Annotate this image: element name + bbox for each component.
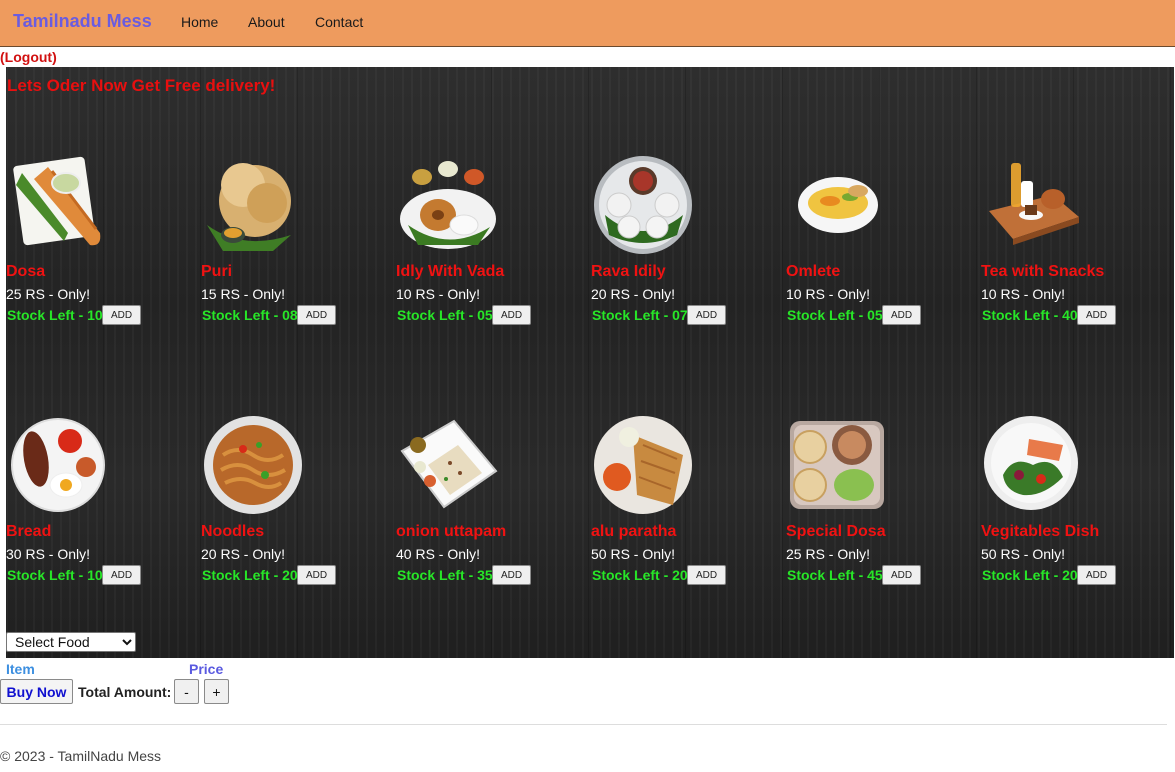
- omelette-icon: [798, 177, 878, 233]
- navbar: Tamilnadu Mess Home About Contact: [0, 0, 1175, 47]
- food-price: 10 RS - Only!: [396, 286, 481, 302]
- food-name: Noodles: [201, 523, 265, 540]
- dosa-icon: [13, 156, 101, 246]
- brand-link[interactable]: Tamilnadu Mess: [13, 11, 152, 32]
- select-food-dropdown[interactable]: Select Food: [6, 632, 136, 652]
- food-stock: Stock Left - 10: [7, 567, 103, 583]
- food-card-vegetable-dish: Vegitables Dish 50 RS - Only! Stock Left…: [981, 415, 1171, 595]
- add-button-uttapam[interactable]: ADD: [492, 565, 531, 585]
- food-name: Special Dosa: [786, 523, 886, 540]
- food-stock: Stock Left - 20: [202, 567, 298, 583]
- footer-divider: [0, 724, 1167, 725]
- food-name: Idly With Vada: [396, 263, 505, 280]
- food-stock: Stock Left - 40: [982, 307, 1078, 323]
- food-card-bread: Bread 30 RS - Only! Stock Left - 10 ADD: [6, 415, 196, 595]
- food-price: 20 RS - Only!: [201, 546, 286, 562]
- food-card-idly-vada: Idly With Vada 10 RS - Only! Stock Left …: [396, 155, 586, 335]
- food-name: onion uttapam: [396, 523, 507, 540]
- food-card-dosa: Dosa 25 RS - Only! Stock Left - 10 ADD: [6, 155, 196, 335]
- food-price: 25 RS - Only!: [6, 286, 91, 302]
- puri-icon: [207, 163, 291, 251]
- food-stock: Stock Left - 35: [397, 567, 493, 583]
- logout-link[interactable]: (Logout): [0, 49, 57, 65]
- food-name: Omlete: [786, 263, 841, 280]
- food-name: Dosa: [6, 263, 46, 280]
- add-button-noodles[interactable]: ADD: [297, 565, 336, 585]
- add-button-special-dosa[interactable]: ADD: [882, 565, 921, 585]
- add-button-idly-vada[interactable]: ADD: [492, 305, 531, 325]
- food-stock: Stock Left - 05: [397, 307, 493, 323]
- food-name: Bread: [6, 523, 52, 540]
- food-price: 10 RS - Only!: [981, 286, 1066, 302]
- nav-contact[interactable]: Contact: [315, 14, 363, 30]
- food-card-rava-idly: Rava Idily 20 RS - Only! Stock Left - 07…: [591, 155, 781, 335]
- food-card-paratha: alu paratha 50 RS - Only! Stock Left - 2…: [591, 415, 781, 595]
- price-column-header: Price: [189, 661, 224, 677]
- add-button-vegetable-dish[interactable]: ADD: [1077, 565, 1116, 585]
- add-button-bread[interactable]: ADD: [102, 565, 141, 585]
- food-stock: Stock Left - 20: [982, 567, 1078, 583]
- idly-vada-icon: [400, 161, 496, 249]
- food-card-special-dosa: Special Dosa 25 RS - Only! Stock Left - …: [786, 415, 976, 595]
- add-button-paratha[interactable]: ADD: [687, 565, 726, 585]
- food-price: 50 RS - Only!: [981, 546, 1066, 562]
- food-price: 10 RS - Only!: [786, 286, 871, 302]
- increase-button[interactable]: +: [204, 679, 229, 704]
- food-name: Tea with Snacks: [981, 263, 1105, 280]
- special-dosa-icon: [790, 421, 884, 509]
- food-card-omlete: Omlete 10 RS - Only! Stock Left - 05 ADD: [786, 155, 976, 335]
- food-stock: Stock Left - 45: [787, 567, 883, 583]
- add-button-dosa[interactable]: ADD: [102, 305, 141, 325]
- add-button-tea-snacks[interactable]: ADD: [1077, 305, 1116, 325]
- food-card-puri: Puri 15 RS - Only! Stock Left - 08 ADD: [201, 155, 391, 335]
- add-button-rava-idly[interactable]: ADD: [687, 305, 726, 325]
- paratha-icon: [594, 416, 692, 514]
- food-name: Rava Idily: [591, 263, 666, 280]
- nav-about[interactable]: About: [248, 14, 285, 30]
- footer-copyright: © 2023 - TamilNadu Mess: [0, 748, 162, 764]
- tea-snacks-icon: [989, 163, 1079, 245]
- menu-panel: Lets Oder Now Get Free delivery! Dosa 25…: [6, 67, 1174, 658]
- add-button-puri[interactable]: ADD: [297, 305, 336, 325]
- food-price: 40 RS - Only!: [396, 546, 481, 562]
- food-price: 15 RS - Only!: [201, 286, 286, 302]
- food-price: 30 RS - Only!: [6, 546, 91, 562]
- food-stock: Stock Left - 10: [7, 307, 103, 323]
- food-card-noodles: Noodles 20 RS - Only! Stock Left - 20 AD…: [201, 415, 391, 595]
- food-stock: Stock Left - 07: [592, 307, 688, 323]
- noodles-icon: [204, 416, 302, 514]
- food-price: 25 RS - Only!: [786, 546, 871, 562]
- nav-home[interactable]: Home: [181, 14, 218, 30]
- food-name: Puri: [201, 263, 233, 280]
- add-button-omlete[interactable]: ADD: [882, 305, 921, 325]
- buy-now-button[interactable]: Buy Now: [0, 679, 73, 704]
- food-stock: Stock Left - 20: [592, 567, 688, 583]
- vegetable-dish-icon: [984, 416, 1078, 510]
- food-price: 20 RS - Only!: [591, 286, 676, 302]
- food-price: 50 RS - Only!: [591, 546, 676, 562]
- total-amount-label: Total Amount:: [78, 684, 172, 700]
- food-name: alu paratha: [591, 523, 677, 540]
- decrease-button[interactable]: -: [174, 679, 199, 704]
- item-column-header: Item: [6, 661, 35, 677]
- food-name: Vegitables Dish: [981, 523, 1100, 540]
- bread-icon: [11, 418, 105, 512]
- uttapam-icon: [400, 419, 498, 509]
- food-card-tea-snacks: Tea with Snacks 10 RS - Only! Stock Left…: [981, 155, 1171, 335]
- food-card-uttapam: onion uttapam 40 RS - Only! Stock Left -…: [396, 415, 586, 595]
- food-stock: Stock Left - 08: [202, 307, 298, 323]
- promo-heading: Lets Oder Now Get Free delivery!: [7, 76, 276, 95]
- food-stock: Stock Left - 05: [787, 307, 883, 323]
- rava-idly-icon: [594, 156, 692, 254]
